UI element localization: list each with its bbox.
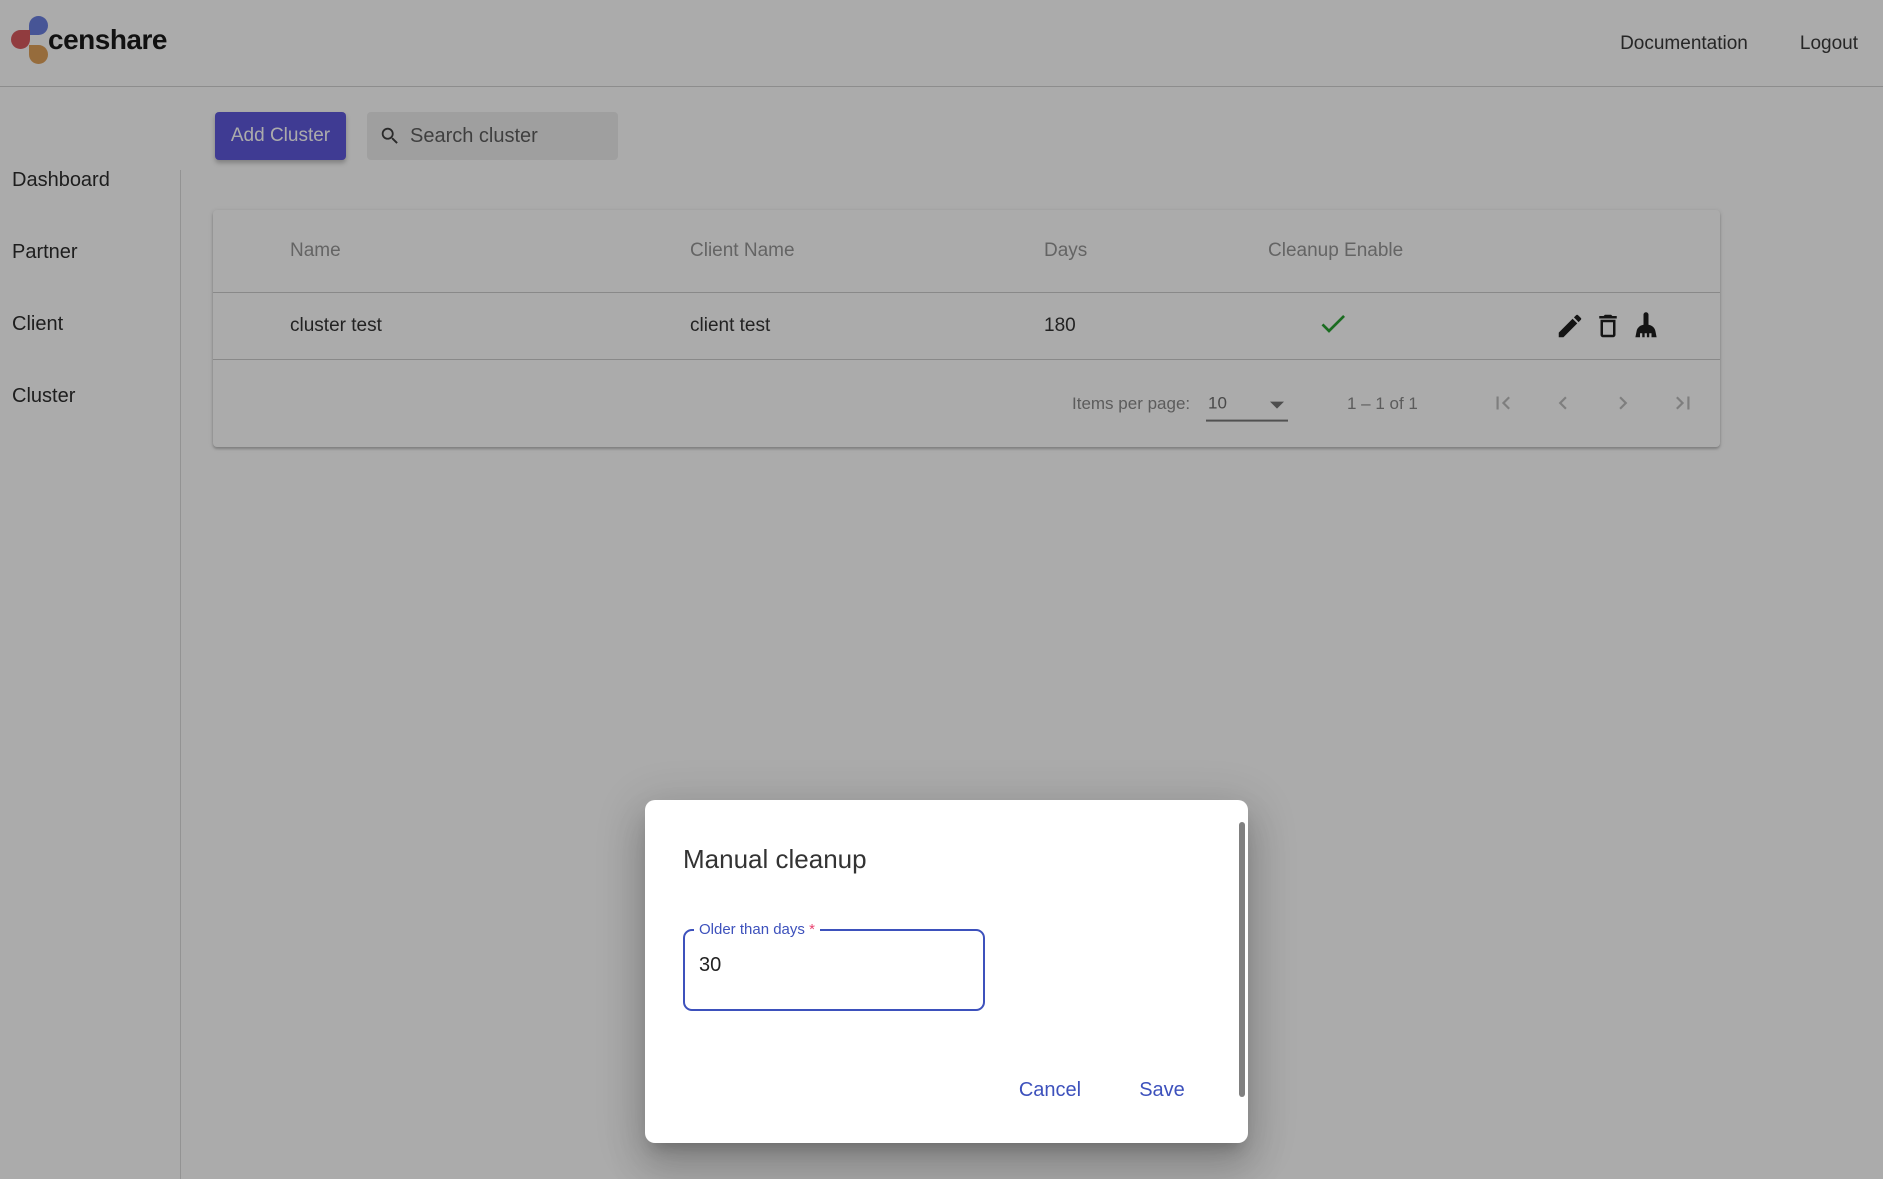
dialog-actions: Cancel Save [645, 1070, 1205, 1110]
dialog-scrollbar[interactable] [1239, 822, 1245, 1097]
save-button[interactable]: Save [1117, 1070, 1207, 1110]
field-label: Older than days * [694, 921, 820, 938]
manual-cleanup-dialog: Manual cleanup Older than days * Cancel … [645, 800, 1248, 1143]
older-than-days-field: Older than days * [683, 929, 985, 1011]
older-than-days-input[interactable] [697, 953, 961, 978]
required-asterisk: * [809, 921, 815, 938]
cancel-button[interactable]: Cancel [995, 1070, 1105, 1110]
app-root: censhare Documentation Logout Dashboard … [0, 0, 1883, 1179]
dialog-title: Manual cleanup [683, 844, 867, 875]
